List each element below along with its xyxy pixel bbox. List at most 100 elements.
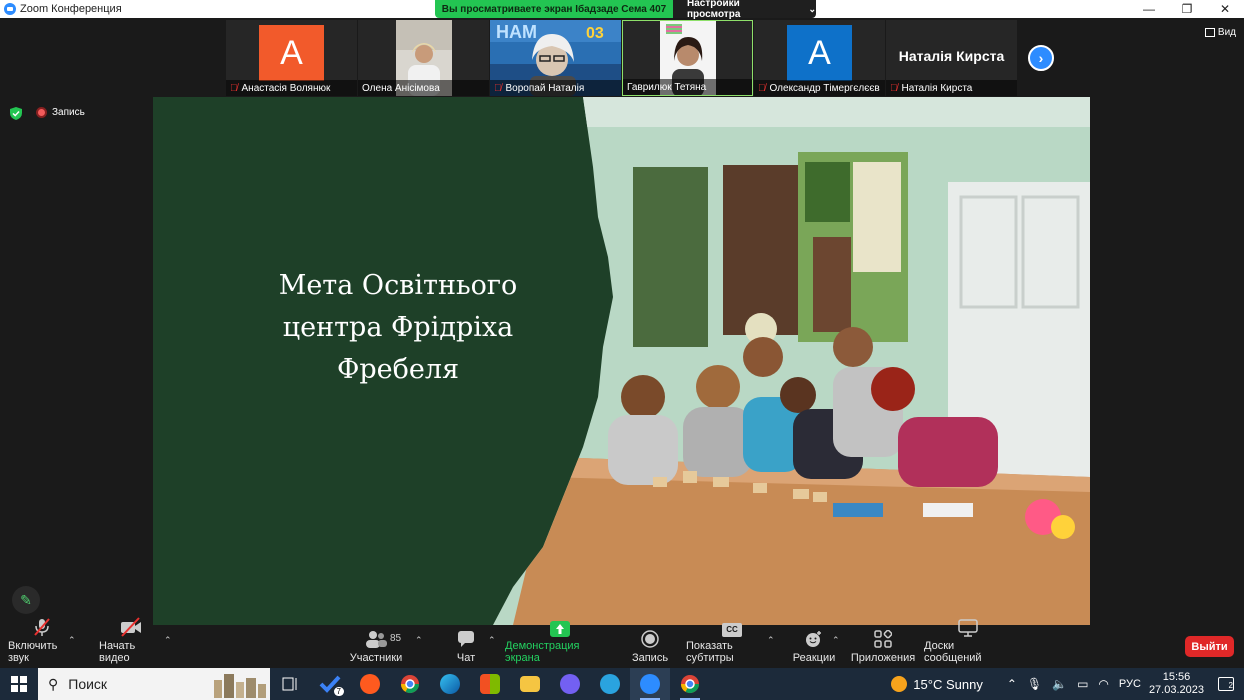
- avatar: A: [787, 25, 852, 81]
- taskbar-app-soundcloud[interactable]: [350, 668, 390, 700]
- record-label: Запись: [631, 652, 669, 664]
- taskbar-app-chrome-2[interactable]: [670, 668, 710, 700]
- svg-text:03: 03: [586, 25, 604, 42]
- taskbar-app-zoom[interactable]: [630, 668, 670, 700]
- slide-title-line: центра Фрідріха: [282, 312, 514, 343]
- close-button[interactable]: ✕: [1206, 0, 1244, 18]
- chevron-right-icon: ›: [1038, 50, 1044, 66]
- participant-tile[interactable]: A 🎙̸ Анастасія Волянюк: [226, 20, 357, 96]
- chrome-icon: [681, 675, 699, 694]
- apps-button[interactable]: Приложения: [851, 625, 915, 668]
- notifications-button[interactable]: 2: [1218, 677, 1234, 691]
- whiteboards-button[interactable]: Доски сообщений: [924, 619, 1012, 668]
- windows-logo-icon: [11, 676, 27, 692]
- avatar: A: [259, 25, 324, 81]
- start-video-button[interactable]: Начать видео: [99, 617, 163, 668]
- view-options-label: Настройки просмотра: [687, 0, 741, 20]
- cloud-app-icon: [360, 674, 380, 694]
- view-options-button[interactable]: Настройки просмотра ⌄: [673, 0, 816, 20]
- volume-icon[interactable]: 🔈: [1052, 677, 1067, 691]
- unmute-button[interactable]: Включить звук: [8, 618, 76, 668]
- show-captions-button[interactable]: CC Показать субтитры: [686, 623, 778, 668]
- task-view-icon: [282, 677, 297, 691]
- record-button[interactable]: Запись: [630, 625, 670, 668]
- search-placeholder: Поиск: [68, 676, 108, 692]
- recording-indicator[interactable]: Запись: [36, 107, 85, 118]
- title-bar: Zoom Конференция Вы просматриваете экран…: [0, 0, 1244, 20]
- folder-icon: [520, 676, 540, 692]
- mic-muted-icon: [32, 617, 52, 637]
- chat-button[interactable]: Чат: [450, 625, 482, 668]
- audio-options-chevron-icon[interactable]: ⌃: [68, 635, 76, 646]
- microphone-icon[interactable]: 🎙: [1027, 677, 1042, 691]
- start-video-label: Начать видео: [99, 640, 136, 664]
- taskbar-search-box[interactable]: ⚲ Поиск: [38, 668, 270, 700]
- weather-text[interactable]: 15°C Sunny: [913, 677, 983, 692]
- start-button[interactable]: [0, 668, 38, 700]
- participant-tile[interactable]: Олена Анісімова: [358, 20, 489, 96]
- zoom-logo-icon: [4, 3, 16, 15]
- slide-title-line: Фребеля: [336, 354, 460, 385]
- captions-options-chevron-icon[interactable]: ⌃: [767, 635, 775, 646]
- mic-muted-icon: 🎙̸: [890, 82, 898, 94]
- next-page-button[interactable]: ›: [1028, 45, 1054, 71]
- recording-label: Запись: [52, 107, 85, 118]
- participant-name-bar: 🎙̸ Воропай Наталія: [490, 80, 621, 96]
- notifications-count: 2: [1228, 681, 1233, 690]
- taskbar-app-store[interactable]: [470, 668, 510, 700]
- participant-name: Гаврилюк Тетяна: [627, 81, 707, 93]
- zoom-icon: [640, 674, 660, 694]
- reaction-smiley-icon: [805, 629, 823, 649]
- share-screen-button[interactable]: Демонстрация экрана: [505, 621, 615, 668]
- wifi-icon[interactable]: ◠: [1098, 677, 1108, 691]
- participant-tile[interactable]: A 🎙̸ Олександр Тімергєлєєв: [754, 20, 885, 96]
- annotate-pencil-button[interactable]: ✎: [12, 586, 40, 614]
- participant-tile-active-speaker[interactable]: Гаврилюк Тетяна: [622, 20, 753, 96]
- participant-tile[interactable]: Наталія Кирста 🎙̸ Наталія Кирста: [886, 20, 1017, 96]
- leave-meeting-button[interactable]: Выйти: [1185, 636, 1234, 657]
- taskbar-app-todo[interactable]: 7: [310, 668, 350, 700]
- task-view-button[interactable]: [270, 668, 310, 700]
- participant-name: Воропай Наталія: [505, 82, 585, 94]
- video-options-chevron-icon[interactable]: ⌃: [164, 635, 172, 646]
- view-button[interactable]: Вид: [1204, 27, 1236, 38]
- participant-name-bar: 🎙̸ Олександр Тімергєлєєв: [754, 80, 885, 96]
- taskbar-app-explorer[interactable]: [510, 668, 550, 700]
- slide-title-line: Мета Освітнього: [278, 270, 518, 301]
- battery-icon[interactable]: ▭: [1077, 677, 1088, 691]
- participants-button[interactable]: Участники: [350, 625, 402, 668]
- show-hidden-icons-chevron-icon[interactable]: ⌃: [1007, 677, 1017, 691]
- reactions-options-chevron-icon[interactable]: ⌃: [832, 635, 840, 646]
- chat-options-chevron-icon[interactable]: ⌃: [488, 635, 496, 646]
- reactions-button[interactable]: Реакции: [792, 625, 836, 668]
- system-tray: 15°C Sunny ⌃ 🎙 🔈 ▭ ◠ РУС 15:56 27.03.202…: [891, 668, 1244, 700]
- mic-muted-icon: 🎙̸: [758, 82, 766, 94]
- input-language[interactable]: РУС: [1119, 678, 1141, 690]
- participant-name-bar: 🎙̸ Наталія Кирста: [886, 80, 1017, 96]
- reactions-label: Реакции: [792, 652, 836, 664]
- video-off-icon: [120, 617, 142, 637]
- minimize-button[interactable]: —: [1130, 0, 1168, 18]
- taskbar-app-chrome[interactable]: [390, 668, 430, 700]
- security-shield-icon[interactable]: [10, 107, 22, 120]
- slide-title: Мета Освітнього центра Фрідріха Фребеля: [258, 265, 538, 391]
- share-status: Вы просматриваете экран Ібадзаде Сема 40…: [435, 0, 673, 18]
- participants-options-chevron-icon[interactable]: ⌃: [415, 635, 423, 646]
- whiteboards-label: Доски сообщений: [924, 640, 982, 664]
- participant-tile[interactable]: НАМ 03 🎙̸ Воропай Наталія: [490, 20, 621, 96]
- participant-name-bar: Олена Анісімова: [358, 80, 489, 96]
- share-screen-icon: [550, 621, 570, 637]
- clock[interactable]: 15:56 27.03.2023: [1149, 671, 1204, 697]
- cc-icon-text: CC: [722, 623, 742, 637]
- clock-date: 27.03.2023: [1148, 684, 1204, 696]
- weather-sun-icon: [891, 676, 908, 692]
- window-title: Zoom Конференция: [20, 3, 122, 15]
- windows-taskbar: ⚲ Поиск 7 15°C Sunny ⌃ 🎙 🔈 ▭ ◠ РУС 15:56…: [0, 668, 1244, 700]
- taskbar-app-viber[interactable]: [550, 668, 590, 700]
- recording-dot-icon: [36, 107, 47, 118]
- participant-name: Олександр Тімергєлєєв: [769, 82, 880, 94]
- apps-icon: [874, 629, 892, 649]
- taskbar-app-edge[interactable]: [430, 668, 470, 700]
- taskbar-app-telegram[interactable]: [590, 668, 630, 700]
- maximize-button[interactable]: ❐: [1168, 0, 1206, 18]
